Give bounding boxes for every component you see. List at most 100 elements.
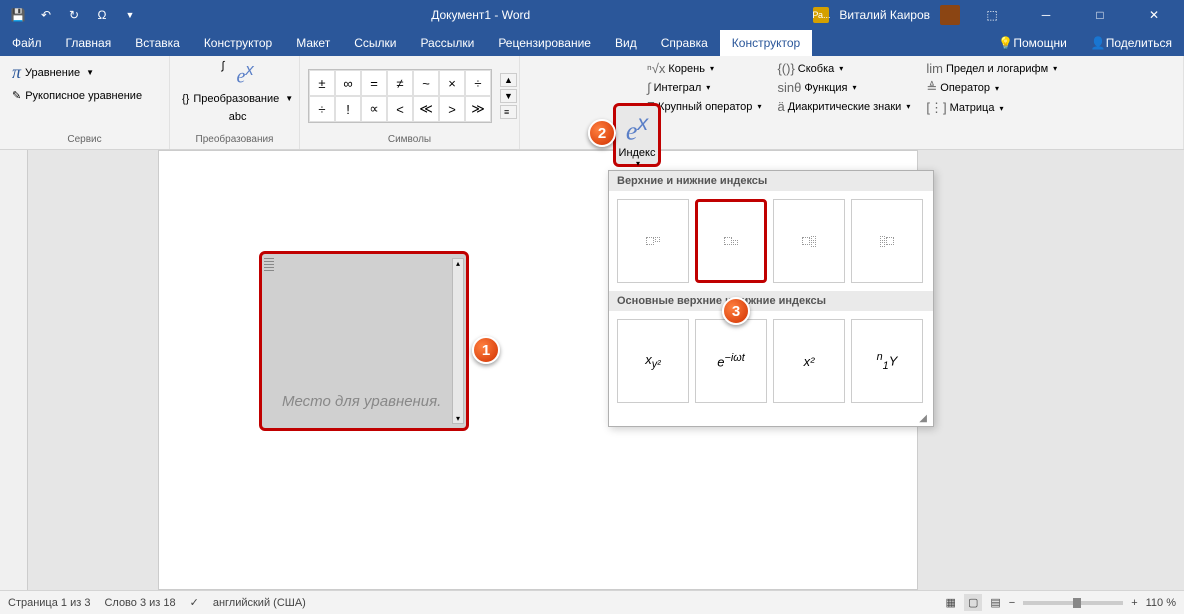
accent-button[interactable]: äДиакритические знаки▾ [774, 98, 913, 115]
sym[interactable]: ~ [413, 70, 439, 96]
tab-help[interactable]: Справка [649, 30, 720, 56]
redo-icon[interactable]: ↻ [64, 5, 84, 25]
sym[interactable]: ≪ [413, 96, 439, 122]
convert-button[interactable]: {} Преобразование▼ [178, 91, 297, 107]
function-icon: sinθ [777, 80, 801, 95]
ex-large-icon: ex [626, 110, 648, 147]
tab-home[interactable]: Главная [54, 30, 124, 56]
integral-icon: ∫ [647, 80, 651, 95]
tab-equation-design[interactable]: Конструктор [720, 30, 812, 56]
matrix-icon: [⋮] [926, 100, 946, 116]
professional-icon[interactable]: ∫ [221, 60, 224, 89]
close-icon[interactable]: ✕ [1132, 0, 1176, 30]
superscript-option[interactable] [617, 199, 689, 283]
share-button[interactable]: 👤 Поделиться [1079, 30, 1184, 56]
large-operator-button[interactable]: ΣКрупный оператор▾ [644, 98, 764, 115]
operator-icon: ≜ [926, 80, 937, 96]
symbol-scroll-down[interactable]: ▼ [500, 89, 517, 103]
status-language[interactable]: английский (США) [213, 597, 306, 609]
sym[interactable]: = [361, 70, 387, 96]
print-layout-icon[interactable]: ▢ [964, 594, 982, 611]
integral-button[interactable]: ∫Интеграл▾ [644, 79, 764, 96]
status-page[interactable]: Страница 1 из 3 [8, 597, 90, 609]
bracket-icon: {()} [777, 61, 794, 76]
status-words[interactable]: Слово 3 из 18 [104, 597, 175, 609]
operator-button[interactable]: ≜Оператор▾ [923, 79, 1060, 97]
tab-review[interactable]: Рецензирование [486, 30, 603, 56]
tab-design[interactable]: Конструктор [192, 30, 284, 56]
limit-icon: lim [926, 61, 943, 76]
maximize-icon[interactable]: □ [1078, 0, 1122, 30]
example-3[interactable]: x² [773, 319, 845, 403]
radical-icon: ⁿ√x [647, 61, 665, 76]
chevron-down-icon: ▾ [636, 159, 640, 168]
document-title: Документ1 - Word [148, 8, 813, 22]
drag-handle-icon[interactable] [264, 258, 274, 272]
gallery-section-2: Основные верхние и нижние индексы [609, 291, 933, 311]
sym[interactable]: ≫ [465, 96, 491, 122]
zoom-slider[interactable] [1023, 601, 1123, 605]
function-button[interactable]: sinθФункция▾ [774, 79, 913, 96]
spellcheck-icon[interactable]: ✓ [190, 596, 199, 609]
group-symbols-label: Символы [308, 132, 511, 147]
sym[interactable]: < [387, 96, 413, 122]
tab-mailings[interactable]: Рассылки [408, 30, 486, 56]
qat-more-icon[interactable]: ▼ [120, 5, 140, 25]
gallery-resize-icon[interactable]: ◢ [609, 411, 933, 426]
pen-icon: ✎ [12, 89, 21, 102]
matrix-button[interactable]: [⋮]Матрица▾ [923, 99, 1060, 117]
equation-scrollbar[interactable]: ▴ ▾ [452, 258, 464, 424]
left-subsuperscript-option[interactable] [851, 199, 923, 283]
zoom-in-icon[interactable]: + [1131, 597, 1137, 609]
bracket-button[interactable]: {()}Скобка▾ [774, 60, 913, 77]
index-button[interactable]: ex Индекс ▾ [613, 103, 661, 167]
tab-file[interactable]: Файл [0, 30, 54, 56]
ink-equation-button[interactable]: ✎Рукописное уравнение [8, 87, 146, 104]
callout-3: 3 [722, 297, 750, 325]
example-4[interactable]: n1Y [851, 319, 923, 403]
ribbon-options-icon[interactable]: ⬚ [970, 0, 1014, 30]
example-2[interactable]: e−iωt [695, 319, 767, 403]
group-service-label: Сервис [8, 132, 161, 147]
sym[interactable]: ∞ [335, 70, 361, 96]
zoom-level[interactable]: 110 % [1146, 597, 1176, 609]
sym[interactable]: ≠ [387, 70, 413, 96]
tab-insert[interactable]: Вставка [123, 30, 192, 56]
symbol-more[interactable]: ≡ [500, 105, 517, 119]
subscript-option[interactable] [695, 199, 767, 283]
web-layout-icon[interactable]: ▤ [990, 596, 1000, 609]
share-badge[interactable]: Ра... [813, 7, 829, 23]
tab-view[interactable]: Вид [603, 30, 649, 56]
pi-icon: π [12, 62, 21, 83]
abc-button[interactable]: abc [225, 109, 251, 125]
tab-references[interactable]: Ссылки [342, 30, 408, 56]
example-1[interactable]: xy² [617, 319, 689, 403]
sym[interactable]: ÷ [465, 70, 491, 96]
read-mode-icon[interactable]: ▦ [946, 596, 956, 609]
ex-icon[interactable]: ex [236, 60, 253, 89]
equation-placeholder-text: Место для уравнения. [282, 393, 441, 410]
callout-1: 1 [472, 336, 500, 364]
save-icon[interactable]: 💾 [8, 5, 28, 25]
tab-layout[interactable]: Макет [284, 30, 342, 56]
minimize-icon[interactable]: ─ [1024, 0, 1068, 30]
undo-icon[interactable]: ↶ [36, 5, 56, 25]
subsuperscript-option[interactable] [773, 199, 845, 283]
avatar[interactable] [940, 5, 960, 25]
equation-placeholder-box[interactable]: Место для уравнения. ▴ ▾ [259, 251, 469, 431]
sym[interactable]: ÷ [309, 96, 335, 122]
omega-icon[interactable]: Ω [92, 5, 112, 25]
sym[interactable]: ± [309, 70, 335, 96]
sym[interactable]: ! [335, 96, 361, 122]
sym[interactable]: > [439, 96, 465, 122]
equation-button[interactable]: πУравнение▼ [8, 60, 146, 85]
zoom-out-icon[interactable]: − [1009, 597, 1015, 609]
radical-button[interactable]: ⁿ√xКорень▾ [644, 60, 764, 77]
gallery-section-1: Верхние и нижние индексы [609, 171, 933, 191]
tell-me[interactable]: 💡 Помощни [986, 30, 1078, 56]
sym[interactable]: × [439, 70, 465, 96]
limit-button[interactable]: limПредел и логарифм▾ [923, 60, 1060, 77]
user-name: Виталий Каиров [839, 8, 930, 22]
symbol-scroll-up[interactable]: ▲ [500, 73, 517, 87]
sym[interactable]: ∝ [361, 96, 387, 122]
